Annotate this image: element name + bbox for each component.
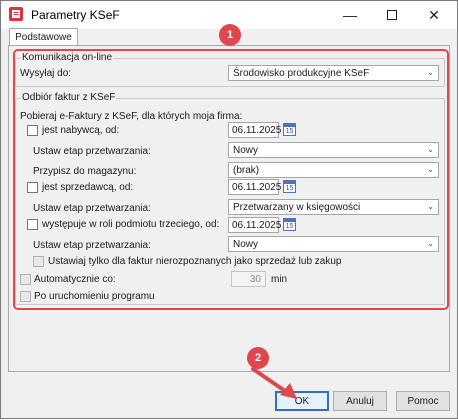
auto-interval-value: 30 bbox=[249, 274, 261, 285]
minimize-icon: — bbox=[343, 7, 357, 23]
seller-checkbox[interactable] bbox=[27, 182, 38, 193]
warehouse-label: Przypisz do magazynu: bbox=[33, 166, 137, 177]
ok-label: OK bbox=[294, 395, 310, 407]
online-group-legend: Komunikacja on-line bbox=[21, 52, 114, 63]
receive-intro-label: Pobieraj e-Faktury z KSeF, dla których m… bbox=[20, 111, 243, 122]
help-button[interactable]: Pomoc bbox=[396, 391, 450, 411]
buyer-stage-value: Nowy bbox=[233, 145, 259, 156]
chevron-down-icon: ⌄ bbox=[427, 165, 434, 174]
chevron-down-icon: ⌄ bbox=[427, 68, 434, 77]
seller-stage-select[interactable]: Przetwarzany w księgowości ⌄ bbox=[228, 199, 439, 215]
dialog-window: Parametry KSeF — ✕ Podstawowe Komunikacj… bbox=[0, 0, 458, 419]
third-party-date-value: 06.11.2025 bbox=[232, 220, 282, 231]
auto-checkbox[interactable] bbox=[20, 274, 31, 285]
buyer-label: jest nabywcą, od: bbox=[42, 125, 120, 136]
receive-group-legend: Odbiór faktur z KSeF bbox=[21, 92, 117, 103]
third-party-stage-label: Ustaw etap przetwarzania: bbox=[33, 240, 151, 251]
send-to-select[interactable]: Środowisko produkcyjne KSeF ⌄ bbox=[228, 65, 439, 81]
cancel-label: Anuluj bbox=[346, 395, 374, 407]
close-button[interactable]: ✕ bbox=[413, 1, 455, 29]
third-party-date-input[interactable]: 06.11.2025 bbox=[228, 217, 282, 233]
unrecognized-label: Ustawiaj tylko dla faktur nierozpoznanyc… bbox=[48, 256, 342, 267]
cancel-button[interactable]: Anuluj bbox=[333, 391, 387, 411]
app-icon bbox=[9, 7, 23, 21]
seller-stage-value: Przetwarzany w księgowości bbox=[233, 202, 361, 213]
minimize-button[interactable]: — bbox=[329, 1, 371, 29]
calendar-icon[interactable]: 15 bbox=[283, 123, 296, 136]
calendar-day: 15 bbox=[285, 223, 294, 230]
tab-label: Podstawowe bbox=[15, 32, 72, 43]
badge-1-number: 1 bbox=[226, 29, 234, 41]
third-party-label: występuje w roli podmiotu trzeciego, od: bbox=[42, 219, 220, 230]
chevron-down-icon: ⌄ bbox=[427, 202, 434, 211]
maximize-icon bbox=[387, 10, 397, 20]
third-party-checkbox[interactable] bbox=[27, 219, 38, 230]
chevron-down-icon: ⌄ bbox=[427, 145, 434, 154]
third-party-stage-value: Nowy bbox=[233, 239, 259, 250]
auto-unit-label: min bbox=[271, 274, 288, 285]
buyer-stage-select[interactable]: Nowy ⌄ bbox=[228, 142, 439, 158]
close-icon: ✕ bbox=[428, 6, 440, 23]
buyer-checkbox[interactable] bbox=[27, 125, 38, 136]
calendar-icon[interactable]: 15 bbox=[283, 218, 296, 231]
send-to-label: Wysyłaj do: bbox=[20, 68, 72, 79]
calendar-day: 15 bbox=[285, 185, 294, 192]
third-party-stage-select[interactable]: Nowy ⌄ bbox=[228, 236, 439, 252]
auto-interval-input[interactable]: 30 bbox=[231, 271, 266, 287]
buyer-date-input[interactable]: 06.11.2025 bbox=[228, 122, 282, 138]
auto-label: Automatycznie co: bbox=[34, 274, 116, 285]
tab-podstawowe[interactable]: Podstawowe bbox=[9, 28, 78, 46]
buyer-stage-label: Ustaw etap przetwarzania: bbox=[33, 146, 151, 157]
annotation-badge-2: 2 bbox=[247, 347, 269, 369]
maximize-button[interactable] bbox=[371, 1, 413, 29]
seller-stage-label: Ustaw etap przetwarzania: bbox=[33, 203, 151, 214]
seller-label: jest sprzedawcą, od: bbox=[42, 182, 134, 193]
calendar-icon[interactable]: 15 bbox=[283, 180, 296, 193]
buyer-date-value: 06.11.2025 bbox=[232, 125, 282, 136]
warehouse-value: (brak) bbox=[233, 165, 260, 176]
calendar-day: 15 bbox=[285, 128, 294, 135]
send-to-value: Środowisko produkcyjne KSeF bbox=[233, 68, 370, 79]
badge-2-number: 2 bbox=[254, 352, 262, 364]
help-label: Pomoc bbox=[407, 395, 439, 407]
window-title: Parametry KSeF bbox=[31, 8, 120, 22]
unrecognized-checkbox[interactable] bbox=[33, 256, 44, 267]
chevron-down-icon: ⌄ bbox=[427, 239, 434, 248]
warehouse-select[interactable]: (brak) ⌄ bbox=[228, 162, 439, 178]
annotation-badge-1: 1 bbox=[219, 24, 241, 46]
seller-date-value: 06.11.2025 bbox=[232, 182, 282, 193]
startup-label: Po uruchomieniu programu bbox=[34, 291, 155, 302]
ok-button[interactable]: OK bbox=[275, 391, 329, 411]
startup-checkbox[interactable] bbox=[20, 291, 31, 302]
seller-date-input[interactable]: 06.11.2025 bbox=[228, 179, 282, 195]
